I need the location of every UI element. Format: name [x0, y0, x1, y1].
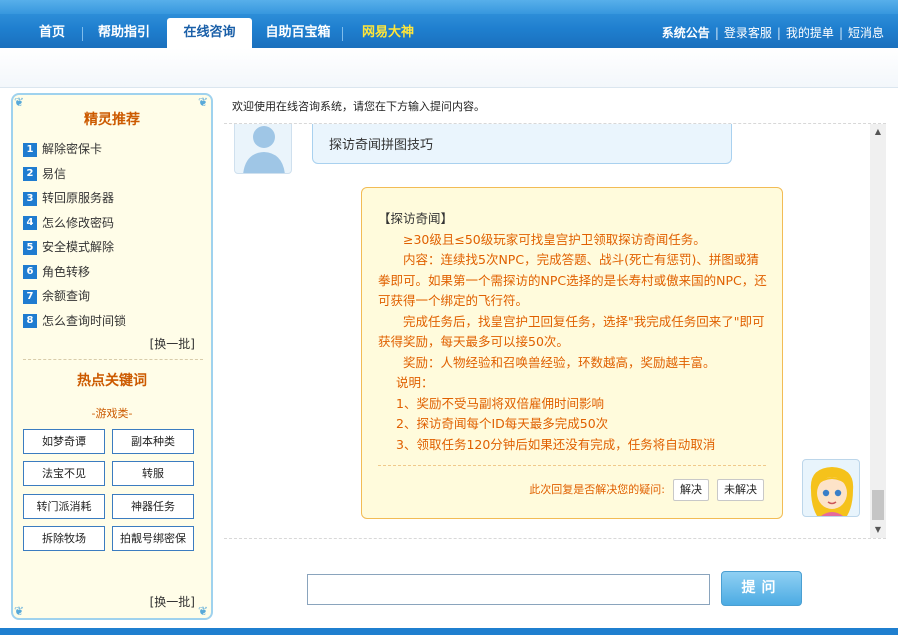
question-input[interactable]: [307, 574, 710, 605]
list-item[interactable]: 7 余额查询: [23, 284, 203, 309]
corner-swirl-icon: ❦: [14, 604, 25, 618]
feedback-row: 此次回复是否解决您的疑问: 解决 未解决: [529, 479, 764, 501]
keyword-button[interactable]: 副本种类: [112, 429, 194, 454]
sprite-character-icon: [810, 467, 854, 516]
nav-highlight-strip: [0, 0, 898, 14]
bottom-bar: [0, 628, 898, 635]
corner-swirl-icon: ❦: [14, 95, 25, 109]
top-navigation: 首页 帮助指引 在线咨询 自助百宝箱 网易大神 系统公告 | 登录客服 | 我的提单 | 短…: [0, 0, 898, 48]
list-item[interactable]: 6 角色转移: [23, 260, 203, 285]
feedback-question: 此次回复是否解决您的疑问:: [529, 483, 665, 496]
keyword-button[interactable]: 拍靓号绑密保: [112, 526, 194, 551]
top-links: 系统公告 | 登录客服 | 我的提单 | 短消息: [661, 26, 884, 40]
sidebar: ❦ ❦ ❦ ❦ 精灵推荐 1 解除密保卡 2 易信 3 转回原服务器 4 怎么修改密码 …: [11, 93, 213, 620]
keyword-button[interactable]: 神器任务: [112, 494, 194, 519]
link-my-tickets[interactable]: 我的提单: [786, 26, 834, 40]
recommend-list: 1 解除密保卡 2 易信 3 转回原服务器 4 怎么修改密码 5 安全模式解除 6 角色转移…: [23, 137, 203, 333]
chat-scrollbar[interactable]: ▲ ▼: [870, 124, 886, 538]
scroll-down-arrow-icon[interactable]: ▼: [870, 522, 886, 538]
user-question-text: 探访奇闻拼图技巧: [329, 138, 434, 153]
keyword-button[interactable]: 如梦奇谭: [23, 429, 105, 454]
list-item[interactable]: 4 怎么修改密码: [23, 211, 203, 236]
list-item[interactable]: 8 怎么查询时间锁: [23, 309, 203, 334]
note-item: 3、领取任务120分钟后如果还没有完成，任务将自动取消: [396, 436, 716, 452]
answer-title: 【探访奇闻】: [378, 211, 454, 226]
nav-separator: [342, 27, 343, 41]
answer-line: 完成任务后，找皇宫护卫回复任务，选择"我完成任务回来了"即可获得奖励，每天最多可…: [378, 313, 765, 350]
sub-header-band: [0, 48, 898, 88]
divider: [23, 359, 203, 360]
ask-button[interactable]: 提问: [721, 571, 802, 606]
list-item[interactable]: 1 解除密保卡: [23, 137, 203, 162]
tab-help-guide[interactable]: 帮助指引: [86, 18, 162, 48]
keyword-button[interactable]: 转门派消耗: [23, 494, 105, 519]
scroll-up-arrow-icon[interactable]: ▲: [870, 124, 886, 140]
answer-line: 奖励：人物经验和召唤兽经验，环数越高，奖励越丰富。: [403, 354, 716, 370]
tab-netease-dashen[interactable]: 网易大神: [346, 18, 430, 48]
corner-swirl-icon: ❦: [198, 604, 209, 618]
answer-bubble: 【探访奇闻】 ≥30级且≤50级玩家可找皇宫护卫领取探访奇闻任务。 内容：连续找…: [361, 187, 783, 519]
note-item: 1、奖励不受马副将双倍雇佣时间影响: [396, 395, 604, 411]
user-avatar: [234, 124, 292, 174]
divider: [378, 465, 766, 466]
list-item[interactable]: 3 转回原服务器: [23, 186, 203, 211]
chat-area: 探访奇闻拼图技巧 【探访奇闻】 ≥30级且≤50级玩家可找皇宫护卫领取探访奇闻任…: [224, 123, 886, 539]
scroll-thumb[interactable]: [872, 490, 884, 520]
note-item: 2、探访奇闻每个ID每天最多完成50次: [396, 416, 609, 431]
link-messages[interactable]: 短消息: [848, 26, 884, 40]
link-system-notice[interactable]: 系统公告: [662, 26, 710, 40]
hot-keywords-title: 热点关键词: [77, 373, 147, 389]
tab-self-service[interactable]: 自助百宝箱: [256, 18, 340, 48]
assistant-avatar: [802, 459, 860, 517]
unresolved-button[interactable]: 未解决: [717, 479, 764, 501]
list-item[interactable]: 2 易信: [23, 162, 203, 187]
swap-batch-link[interactable]: [换一批]: [150, 335, 195, 352]
welcome-text: 欢迎使用在线咨询系统，请您在下方输入提问内容。: [232, 100, 485, 113]
nav-separator: [82, 27, 83, 41]
notes-title: 说明：: [396, 375, 434, 390]
tab-home[interactable]: 首页: [22, 18, 82, 48]
keyword-button[interactable]: 法宝不见: [23, 461, 105, 486]
answer-line: 内容：连续找5次NPC，完成答题、战斗(死亡有惩罚)、拼图或猜拳即可。如果第一个…: [378, 252, 767, 308]
user-question-bubble: 探访奇闻拼图技巧: [312, 124, 732, 164]
resolved-button[interactable]: 解决: [673, 479, 709, 501]
corner-swirl-icon: ❦: [198, 95, 209, 109]
answer-text: 【探访奇闻】 ≥30级且≤50级玩家可找皇宫护卫领取探访奇闻任务。 内容：连续找…: [378, 209, 768, 455]
tab-online-consult[interactable]: 在线咨询: [167, 18, 252, 48]
swap-batch-link[interactable]: [换一批]: [150, 593, 195, 610]
keyword-button[interactable]: 转服: [112, 461, 194, 486]
list-item[interactable]: 5 安全模式解除: [23, 235, 203, 260]
category-label: -游戏类-: [91, 407, 133, 420]
keyword-button[interactable]: 拆除牧场: [23, 526, 105, 551]
user-silhouette-icon: [243, 126, 285, 173]
recommend-title: 精灵推荐: [84, 112, 140, 128]
link-login-service[interactable]: 登录客服: [724, 26, 772, 40]
answer-line: ≥30级且≤50级玩家可找皇宫护卫领取探访奇闻任务。: [403, 231, 706, 247]
